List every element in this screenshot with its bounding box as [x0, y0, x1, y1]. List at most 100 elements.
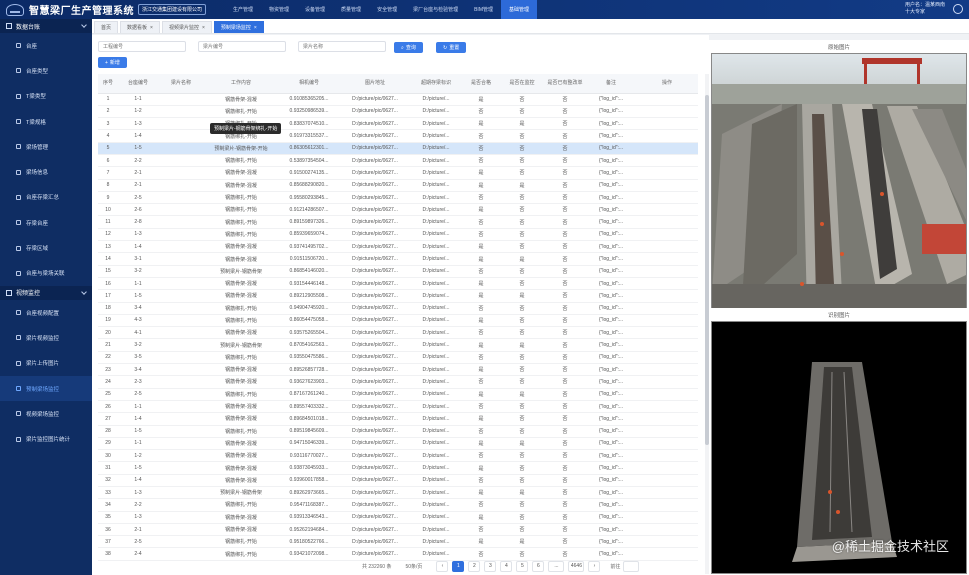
table-row[interactable]: 1 1-1 钢筋骨架-混凝 0.91085365205... D:/picture/pi… [98, 93, 698, 106]
sidebar-item-0-9[interactable]: 台座与梁场关联 [0, 261, 92, 286]
pagination-page-size[interactable]: 50条/页 [405, 563, 422, 570]
close-icon[interactable]: × [150, 25, 153, 31]
table-cell [636, 191, 698, 205]
table-row[interactable]: 18 3-4 钢筋绑扎-开始 0.94904745920... D:/picture/p… [98, 302, 698, 315]
page-button-7[interactable]: 4646 [568, 560, 585, 572]
nav-item-5[interactable]: 梁厂台座与检验管理 [405, 0, 466, 19]
table-row[interactable]: 32 1-4 钢筋骨架-混凝 0.93960017858... D:/picture/p… [98, 474, 698, 488]
table-row[interactable]: 14 3-1 钢筋骨架-混凝 0.91511506720... D:/picture/p… [98, 252, 698, 266]
nav-item-4[interactable]: 安全管理 [369, 0, 405, 19]
reset-button[interactable]: ↻ 重置 [436, 42, 467, 53]
nav-item-1[interactable]: 物资管理 [261, 0, 297, 19]
tab-1[interactable]: 数据看板 × [120, 21, 160, 33]
close-icon[interactable]: × [254, 25, 257, 31]
nav-item-3[interactable]: 质量管理 [333, 0, 369, 19]
sidebar-item-0-5[interactable]: 梁场信息 [0, 159, 92, 184]
folder-icon [6, 289, 12, 296]
table-cell: 否 [500, 523, 544, 537]
original-photo[interactable] [711, 53, 967, 309]
table-row[interactable]: 35 1-3 钢筋骨架-混凝 0.93913346543... D:/picture/p… [98, 511, 698, 524]
page-button-1[interactable]: 2 [468, 560, 481, 572]
sidebar-item-1-4[interactable]: 视频梁场监控 [0, 401, 92, 426]
table-row[interactable]: 7 2-1 钢筋骨架-混凝 0.91500274135... D:/picture/pi… [98, 166, 698, 180]
table-row[interactable]: 29 1-1 钢筋骨架-混凝 0.94715046339... D:/picture/p… [98, 437, 698, 451]
filter-input-2[interactable] [198, 41, 286, 52]
table-row[interactable]: 25 2-5 钢筋绑扎-开始 0.87167261240... D:/picture/p… [98, 388, 698, 401]
table-row[interactable]: 27 1-4 钢筋骨架-混凝 0.89684501018... D:/picture/p… [98, 412, 698, 426]
sidebar-item-0-2[interactable]: T梁类型 [0, 84, 92, 109]
nav-item-0[interactable]: 生产管理 [225, 0, 261, 19]
page-button-4[interactable]: 5 [516, 560, 529, 572]
nav-item-6[interactable]: BIM管理 [466, 0, 501, 19]
goto-input[interactable] [623, 560, 640, 572]
nav-item-7[interactable]: 基础管理 [500, 0, 537, 19]
table-row[interactable]: 4 1-4 钢筋绑扎-开始 0.91973315537... D:/picture/pi… [98, 129, 698, 143]
sidebar-item-0-0[interactable]: 台座 [0, 33, 92, 58]
table-row[interactable]: 13 1-4 钢筋骨架-混凝 0.93741495702... D:/picture/p… [98, 240, 698, 254]
table-row[interactable]: 33 1-3 预制梁片-钢筋骨架 0.89262973665... D:/picture… [98, 486, 698, 500]
table-row[interactable]: 28 1-5 钢筋绑扎-开始 0.89519845609... D:/picture/p… [98, 425, 698, 438]
table-row[interactable]: 2 1-2 钢筋绑扎-开始 0.93250986539... D:/picture/pi… [98, 105, 698, 119]
table-row[interactable]: 9 2-5 钢筋绑扎-开始 0.95580293845... D:/picture/pi… [98, 191, 698, 205]
table-row[interactable]: 19 4-3 钢筋绑扎-开始 0.86054475058... D:/picture/p… [98, 314, 698, 328]
table-row[interactable]: 23 3-4 钢筋骨架-混凝 0.89526857728... D:/picture/p… [98, 363, 698, 377]
table-cell: 否 [500, 166, 544, 180]
table-row[interactable]: 38 2-4 钢筋绑扎-开始 0.93421072098... D:/picture/p… [98, 547, 698, 561]
table-row[interactable]: 22 3-5 钢筋绑扎-开始 0.93550475586... D:/picture/p… [98, 351, 698, 365]
page-button-6[interactable]: ... [548, 560, 565, 572]
sidebar-item-1-1[interactable]: 梁片视频监控 [0, 325, 92, 350]
sidebar-item-0-6[interactable]: 台座存梁汇总 [0, 185, 92, 210]
page-button-5[interactable]: 6 [532, 560, 545, 572]
table-row[interactable]: 34 2-2 钢筋绑扎-开始 0.95471168387... D:/picture/p… [98, 498, 698, 512]
close-icon[interactable]: × [202, 25, 205, 31]
table-cell [636, 240, 698, 254]
next-page-button[interactable]: › [588, 560, 601, 572]
tab-3[interactable]: 预制梁场监控 × [213, 21, 264, 33]
table-row[interactable]: 6 2-2 钢筋绑扎-开始 0.53897354504... D:/picture/pi… [98, 154, 698, 168]
table-row[interactable]: 17 1-5 钢筋骨架-混凝 0.89212905508... D:/picture/p… [98, 289, 698, 303]
sidebar-item-0-1[interactable]: 台座类型 [0, 58, 92, 83]
page-button-0[interactable]: 1 [452, 560, 465, 572]
table-row[interactable]: 37 2-5 钢筋绑扎-开始 0.95180522766... D:/picture/p… [98, 535, 698, 549]
table-row[interactable]: 31-3钢筋绑扎-开始0.83837074510...D:/picture/pi… [98, 117, 698, 131]
table-row[interactable]: 20 4-1 钢筋骨架-混凝 0.93575265504... D:/picture/p… [98, 326, 698, 340]
sidebar-item-1-0[interactable]: 台座视频配置 [0, 300, 92, 325]
filter-input-1[interactable] [98, 41, 186, 52]
user-info[interactable]: 用户名：温某西南 十大专家 [905, 2, 945, 16]
table-cell: {"log_id":... [586, 326, 636, 340]
sidebar-item-1-2[interactable]: 梁片上传图片 [0, 351, 92, 376]
table-row[interactable]: 24 2-3 钢筋骨架-混凝 0.93627623903... D:/picture/p… [98, 375, 698, 389]
table-row[interactable]: 26 1-1 钢筋骨架-混凝 0.89557403332... D:/picture/p… [98, 400, 698, 414]
table-row[interactable]: 8 2-1 钢筋骨架-混凝 0.85688290820... D:/picture/pi… [98, 179, 698, 192]
page-button-2[interactable]: 3 [484, 560, 497, 572]
sidebar-item-0-4[interactable]: 梁场管理 [0, 134, 92, 159]
table-cell: 否 [544, 338, 586, 352]
table-row[interactable]: 16 1-1 钢筋骨架-混凝 0.93154446148... D:/picture/p… [98, 277, 698, 291]
user-avatar-icon[interactable] [953, 4, 963, 14]
nav-item-2[interactable]: 设备管理 [297, 0, 333, 19]
add-button[interactable]: + 新增 [98, 57, 127, 68]
table-row[interactable]: 21 3-2 预制梁片-钢筋骨架 0.87054162563... D:/picture… [98, 338, 698, 352]
sidebar-item-1-5[interactable]: 梁片监控图片统计 [0, 426, 92, 451]
tab-2[interactable]: 视频梁片监控 × [161, 21, 212, 33]
sidebar-item-0-8[interactable]: 存梁区域 [0, 235, 92, 260]
page-button-3[interactable]: 4 [500, 560, 513, 572]
table-row[interactable]: 5 1-5 预制梁片-钢筋骨架-开始 0.86305612301... D:/pictu… [98, 142, 698, 155]
table-cell: 否 [462, 375, 500, 389]
sidebar-item-0-7[interactable]: 存梁台座 [0, 210, 92, 235]
table-row[interactable]: 10 2-6 钢筋绑扎-开始 0.91214286507... D:/picture/p… [98, 203, 698, 217]
sidebar-group-1[interactable]: 视频监控 [0, 285, 92, 300]
search-button[interactable]: ⌕ 查询 [394, 42, 423, 53]
table-row[interactable]: 15 3-2 预制梁片-钢筋骨架 0.86854146020... D:/picture… [98, 265, 698, 278]
sidebar-group-0[interactable]: 数据台账 [0, 19, 92, 33]
table-row[interactable]: 31 1-5 钢筋骨架-混凝 0.93873045933... D:/picture/p… [98, 461, 698, 475]
sidebar-item-0-3[interactable]: T梁规格 [0, 109, 92, 134]
filter-input-3[interactable] [298, 41, 386, 52]
table-row[interactable]: 36 2-1 钢筋骨架-混凝 0.95262194684... D:/picture/p… [98, 523, 698, 537]
tab-0[interactable]: 首页 [94, 21, 119, 33]
sidebar-item-1-3[interactable]: 预制梁场监控 [0, 375, 92, 402]
table-row[interactable]: 11 2-8 钢筋绑扎-开始 0.89159897326... D:/picture/p… [98, 215, 698, 229]
table-row[interactable]: 12 1-3 钢筋绑扎-开始 0.85939659074... D:/picture/p… [98, 228, 698, 242]
prev-page-button[interactable]: ‹ [436, 560, 449, 572]
table-row[interactable]: 30 1-2 钢筋骨架-混凝 0.93116770027... D:/picture/p… [98, 449, 698, 463]
